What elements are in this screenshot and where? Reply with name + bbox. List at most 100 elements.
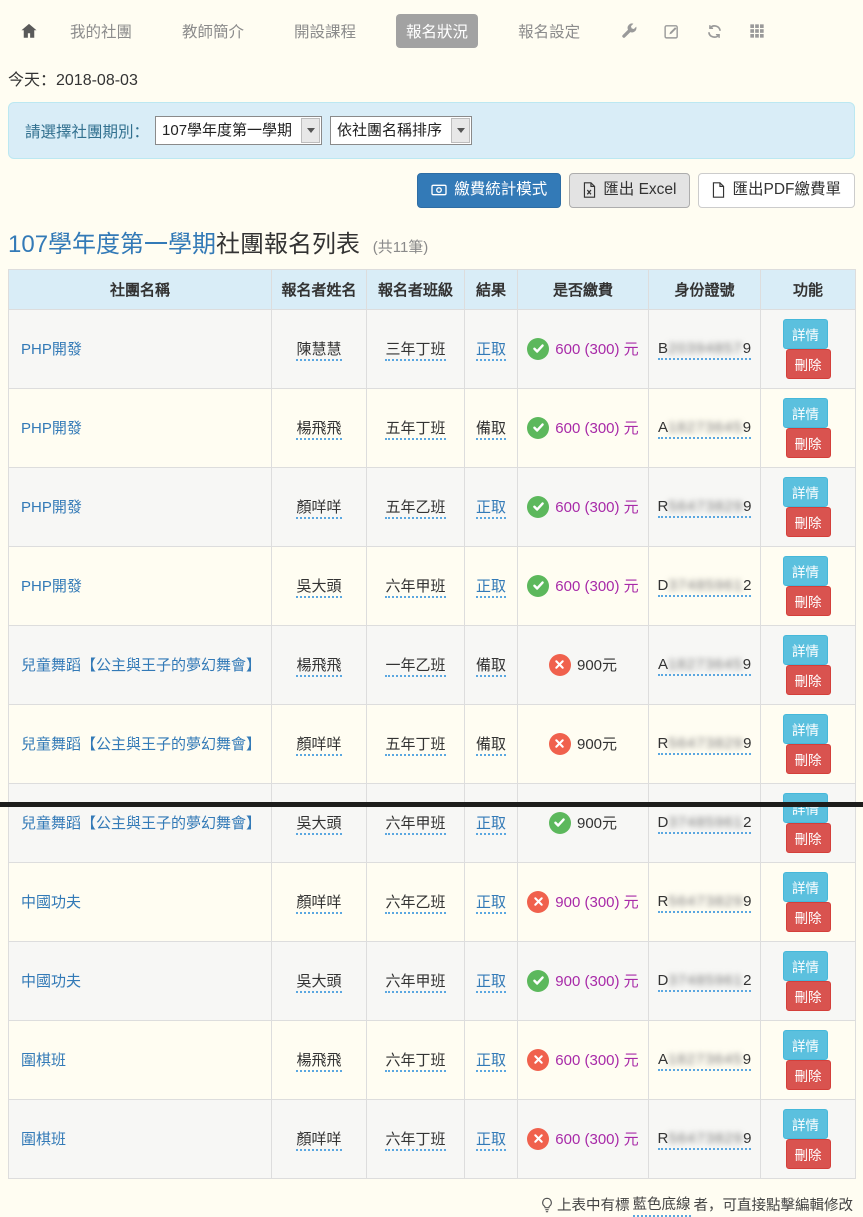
- delete-button[interactable]: 刪除: [786, 1060, 831, 1090]
- result-value[interactable]: 正取: [476, 973, 506, 993]
- id-number[interactable]: D374859612: [658, 814, 752, 834]
- result-value[interactable]: 備取: [476, 736, 506, 756]
- applicant-name[interactable]: 楊飛飛: [296, 1052, 341, 1072]
- grid-icon[interactable]: [749, 23, 765, 39]
- id-number[interactable]: D374859612: [658, 972, 752, 992]
- result-value[interactable]: 備取: [476, 657, 506, 677]
- id-number[interactable]: R564738299: [658, 735, 752, 755]
- home-icon[interactable]: [20, 22, 38, 40]
- detail-button[interactable]: 詳情: [783, 1030, 828, 1060]
- nav-item-registration-status[interactable]: 報名狀況: [396, 14, 478, 48]
- applicant-class[interactable]: 六年乙班: [385, 894, 445, 914]
- result-value[interactable]: 正取: [476, 499, 506, 519]
- detail-button[interactable]: 詳情: [783, 872, 828, 902]
- payment-amount: 600 (300) 元: [555, 417, 638, 438]
- detail-button[interactable]: 詳情: [783, 398, 828, 428]
- detail-button[interactable]: 詳情: [783, 635, 828, 665]
- payment-stats-button[interactable]: 繳費統計模式: [417, 173, 561, 208]
- id-number[interactable]: B203948579: [658, 340, 751, 360]
- id-number[interactable]: A182736459: [658, 656, 751, 676]
- delete-button[interactable]: 刪除: [786, 349, 831, 379]
- id-number[interactable]: A182736459: [658, 1051, 751, 1071]
- result-value[interactable]: 正取: [476, 578, 506, 598]
- applicant-name[interactable]: 吳大頭: [296, 815, 341, 835]
- applicant-name[interactable]: 顏咩咩: [296, 499, 341, 519]
- sort-select[interactable]: 依社團名稱排序: [330, 116, 472, 145]
- id-number[interactable]: D374859612: [658, 577, 752, 597]
- applicant-name[interactable]: 吳大頭: [296, 578, 341, 598]
- club-name-link[interactable]: 兒童舞蹈【公主與王子的夢幻舞會】: [21, 736, 261, 753]
- export-excel-button[interactable]: 匯出 Excel: [569, 173, 690, 208]
- nav-item-registration-settings[interactable]: 報名設定: [508, 14, 590, 48]
- detail-button[interactable]: 詳情: [783, 477, 828, 507]
- delete-button[interactable]: 刪除: [786, 902, 831, 932]
- club-name-link[interactable]: 圍棋班: [21, 1131, 66, 1148]
- refresh-icon[interactable]: [706, 23, 723, 40]
- id-number-redacted: 37485961: [668, 972, 743, 989]
- id-number[interactable]: R564738299: [658, 498, 752, 518]
- detail-button[interactable]: 詳情: [783, 319, 828, 349]
- applicant-class[interactable]: 六年丁班: [385, 1131, 445, 1151]
- detail-button[interactable]: 詳情: [783, 556, 828, 586]
- id-number[interactable]: R564738299: [658, 893, 752, 913]
- applicant-name[interactable]: 顏咩咩: [296, 894, 341, 914]
- applicant-class[interactable]: 一年乙班: [385, 657, 445, 677]
- applicant-class[interactable]: 六年丁班: [385, 1052, 445, 1072]
- result-value[interactable]: 正取: [476, 1052, 506, 1072]
- applicant-class[interactable]: 六年甲班: [385, 578, 445, 598]
- nav-item-my-clubs[interactable]: 我的社團: [60, 14, 142, 48]
- applicant-class[interactable]: 三年丁班: [385, 341, 445, 361]
- club-name-link[interactable]: PHP開發: [21, 578, 82, 595]
- applicant-class[interactable]: 五年丁班: [385, 420, 445, 440]
- club-name-link[interactable]: PHP開發: [21, 420, 82, 437]
- club-name-link[interactable]: 圍棋班: [21, 1052, 66, 1069]
- nav-item-open-courses[interactable]: 開設課程: [284, 14, 366, 48]
- payment-cell: 900元: [526, 812, 640, 834]
- id-number[interactable]: R564738299: [658, 1130, 752, 1150]
- applicant-name[interactable]: 吳大頭: [296, 973, 341, 993]
- club-name-link[interactable]: PHP開發: [21, 499, 82, 516]
- applicant-class[interactable]: 六年甲班: [385, 815, 445, 835]
- delete-button[interactable]: 刪除: [786, 586, 831, 616]
- applicant-class[interactable]: 五年丁班: [385, 736, 445, 756]
- payment-amount: 600 (300) 元: [555, 496, 638, 517]
- edit-icon[interactable]: [663, 23, 680, 40]
- club-name-link[interactable]: 兒童舞蹈【公主與王子的夢幻舞會】: [21, 815, 261, 832]
- delete-button[interactable]: 刪除: [786, 428, 831, 458]
- club-name-link[interactable]: 中國功夫: [21, 973, 81, 990]
- delete-button[interactable]: 刪除: [786, 823, 831, 853]
- result-value[interactable]: 備取: [476, 420, 506, 440]
- result-value[interactable]: 正取: [476, 894, 506, 914]
- club-name-link[interactable]: 兒童舞蹈【公主與王子的夢幻舞會】: [21, 657, 261, 674]
- applicant-name[interactable]: 顏咩咩: [296, 736, 341, 756]
- applicant-class[interactable]: 六年甲班: [385, 973, 445, 993]
- applicant-name[interactable]: 楊飛飛: [296, 420, 341, 440]
- applicant-name[interactable]: 陳慧慧: [296, 341, 341, 361]
- payment-amount: 900 (300) 元: [555, 970, 638, 991]
- id-number[interactable]: A182736459: [658, 419, 751, 439]
- detail-button[interactable]: 詳情: [783, 714, 828, 744]
- registration-table-body: PHP開發 陳慧慧 三年丁班 正取 600 (300) 元 B203948579…: [9, 309, 856, 1178]
- detail-button[interactable]: 詳情: [783, 951, 828, 981]
- result-value[interactable]: 正取: [476, 815, 506, 835]
- wrench-icon[interactable]: [620, 23, 637, 40]
- detail-button[interactable]: 詳情: [783, 1109, 828, 1139]
- result-value[interactable]: 正取: [476, 341, 506, 361]
- club-name-link[interactable]: 中國功夫: [21, 894, 81, 911]
- club-name-link[interactable]: PHP開發: [21, 341, 82, 358]
- detail-button[interactable]: 詳情: [783, 793, 828, 823]
- term-select[interactable]: 107學年度第一學期: [155, 116, 322, 145]
- result-value[interactable]: 正取: [476, 1131, 506, 1151]
- delete-button[interactable]: 刪除: [786, 1139, 831, 1169]
- applicant-name[interactable]: 顏咩咩: [296, 1131, 341, 1151]
- export-pdf-button[interactable]: 匯出PDF繳費單: [698, 173, 855, 208]
- delete-button[interactable]: 刪除: [786, 665, 831, 695]
- unpaid-cross-icon: [527, 1049, 549, 1071]
- applicant-class[interactable]: 五年乙班: [385, 499, 445, 519]
- export-toolbar: 繳費統計模式 匯出 Excel 匯出PDF繳費單: [8, 173, 855, 208]
- nav-item-teacher-intro[interactable]: 教師簡介: [172, 14, 254, 48]
- delete-button[interactable]: 刪除: [786, 507, 831, 537]
- delete-button[interactable]: 刪除: [786, 744, 831, 774]
- delete-button[interactable]: 刪除: [786, 981, 831, 1011]
- applicant-name[interactable]: 楊飛飛: [296, 657, 341, 677]
